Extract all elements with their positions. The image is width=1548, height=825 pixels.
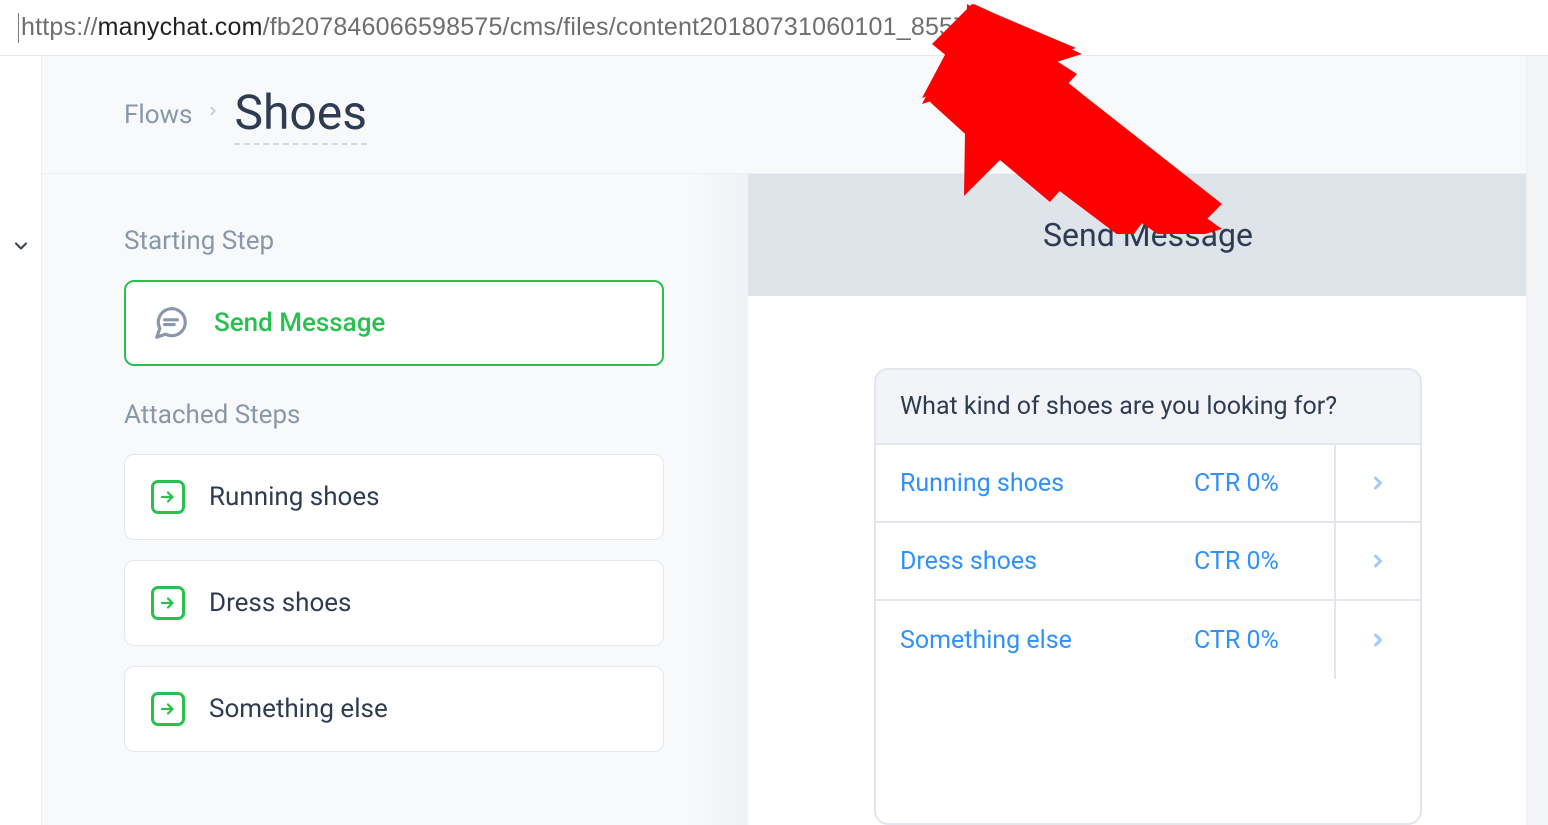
attached-steps-label: Attached Steps	[124, 400, 700, 430]
attached-step-text: Dress shoes	[209, 588, 351, 618]
chevron-right-icon[interactable]	[1334, 523, 1420, 599]
attached-step-text: Something else	[209, 694, 388, 724]
url-protocol: https://	[21, 13, 98, 42]
message-option-row[interactable]: Something else CTR 0%	[876, 601, 1420, 679]
option-label: Something else	[876, 626, 1194, 655]
text-cursor	[18, 13, 19, 43]
chevron-down-icon[interactable]	[11, 236, 31, 260]
steps-panel: Starting Step Send Message Attached Step…	[42, 174, 748, 825]
attached-step-card[interactable]: Running shoes	[124, 454, 664, 540]
page-title[interactable]: Shoes	[234, 84, 367, 145]
message-prompt[interactable]: What kind of shoes are you looking for?	[876, 370, 1420, 445]
chevron-right-icon	[206, 99, 220, 130]
message-card[interactable]: What kind of shoes are you looking for? …	[874, 368, 1422, 825]
breadcrumb-parent[interactable]: Flows	[124, 100, 192, 130]
chat-icon	[152, 304, 190, 342]
browser-scrollbar[interactable]	[1526, 56, 1548, 825]
url-host: manychat.com	[98, 13, 263, 42]
chevron-right-icon[interactable]	[1334, 601, 1420, 679]
url-path: /fb207846066598575/cms/files/content2018…	[263, 13, 996, 42]
browser-url-bar[interactable]: https://manychat.com/fb207846066598575/c…	[0, 0, 1548, 56]
arrow-right-box-icon	[151, 692, 185, 726]
option-ctr: CTR 0%	[1194, 626, 1334, 655]
arrow-right-box-icon	[151, 586, 185, 620]
attached-step-card[interactable]: Dress shoes	[124, 560, 664, 646]
starting-step-label: Starting Step	[124, 226, 700, 256]
chevron-right-icon[interactable]	[1334, 445, 1420, 521]
option-ctr: CTR 0%	[1194, 469, 1334, 498]
attached-step-text: Running shoes	[209, 482, 380, 512]
attached-step-card[interactable]: Something else	[124, 666, 664, 752]
preview-header: Send Message	[748, 174, 1548, 296]
starting-step-card[interactable]: Send Message	[124, 280, 664, 366]
message-preview-panel: Send Message What kind of shoes are you …	[748, 174, 1548, 825]
left-rail	[0, 56, 42, 825]
page-header: Flows Shoes	[42, 56, 1548, 174]
option-label: Dress shoes	[876, 547, 1194, 576]
option-ctr: CTR 0%	[1194, 547, 1334, 576]
message-option-row[interactable]: Running shoes CTR 0%	[876, 445, 1420, 523]
message-option-row[interactable]: Dress shoes CTR 0%	[876, 523, 1420, 601]
starting-step-text: Send Message	[214, 308, 385, 338]
option-label: Running shoes	[876, 469, 1194, 498]
arrow-right-box-icon	[151, 480, 185, 514]
